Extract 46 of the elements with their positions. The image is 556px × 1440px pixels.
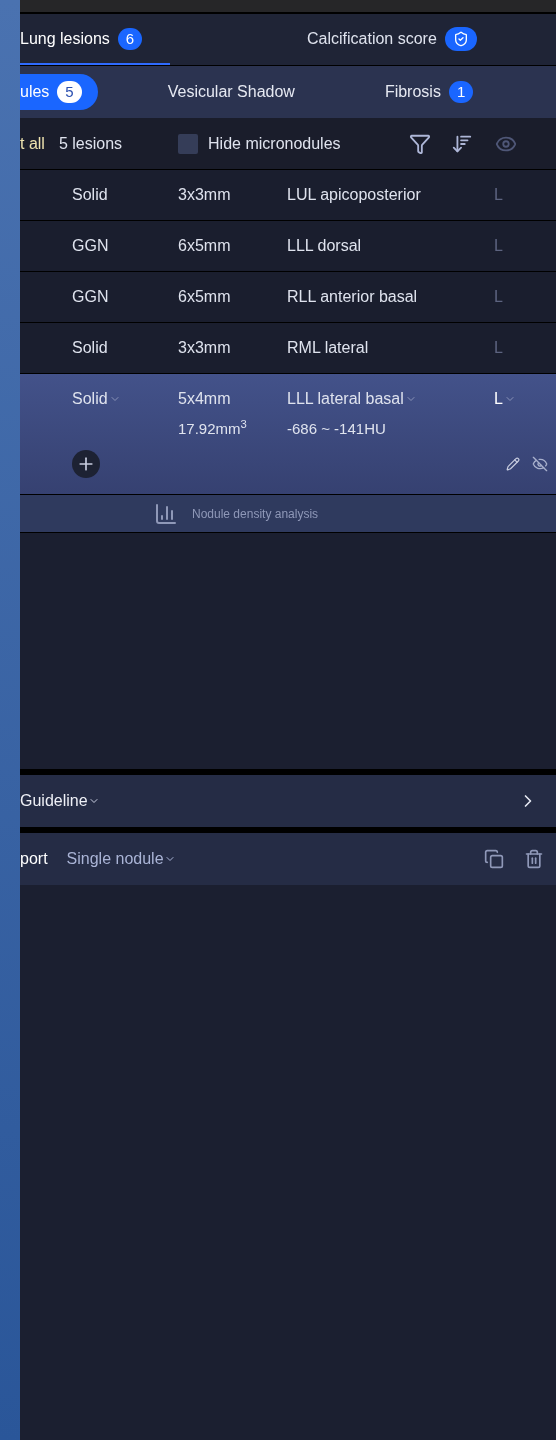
- type-cell-text: GGN: [72, 287, 109, 307]
- checkbox-label: Hide micronodules: [208, 133, 341, 154]
- add-button[interactable]: [72, 450, 100, 478]
- location-cell-text: LLL dorsal: [287, 236, 362, 256]
- report-label: port: [20, 849, 48, 869]
- side-cell-text: L: [494, 338, 503, 358]
- bar-chart-icon: [154, 501, 178, 526]
- subtab[interactable]: Vesicular Shadow: [167, 74, 295, 110]
- tab[interactable]: Calcification score: [307, 14, 477, 65]
- type-cell-text: GGN: [72, 236, 109, 256]
- type-cell-text: Solid: [72, 185, 108, 205]
- size-cell-text: 6x5mm: [178, 287, 232, 307]
- volume-text: 17.92mm$^{3}$: [178, 417, 248, 439]
- density-range: -686 ~ -141HU: [287, 418, 386, 439]
- edit-icon[interactable]: [506, 457, 520, 471]
- location-cell-text: RLL anterior basal: [287, 287, 418, 307]
- side-cell-text: L: [494, 185, 503, 205]
- side-cell-text: L: [494, 287, 503, 307]
- size-cell-text: 3x3mm: [178, 185, 232, 205]
- select-all-button[interactable]: t all: [20, 131, 45, 156]
- guideline-label: Guideline: [20, 791, 88, 811]
- count-badge: 5: [57, 81, 82, 103]
- count-badge: 6: [117, 27, 143, 50]
- guideline-bar[interactable]: Guideline: [20, 775, 556, 827]
- type-cell-text: Solid: [72, 338, 108, 358]
- lesion-row[interactable]: Solid 5x4mm LLL lateral basal L 17.92mm$^{3}$ -686 ~ -141HU: [20, 374, 556, 495]
- size-cell-text: 3x3mm: [178, 338, 232, 358]
- size-cell-text: 6x5mm: [178, 236, 232, 256]
- copy-icon[interactable]: [484, 849, 504, 869]
- count-badge: 1: [448, 81, 474, 103]
- hide-icon[interactable]: [532, 456, 548, 472]
- location-cell-text: RML lateral: [287, 338, 369, 358]
- location-cell-text: LLL lateral basal: [287, 389, 404, 409]
- shield-icon: [444, 26, 477, 51]
- subtab[interactable]: Fibrosis 1: [384, 74, 474, 110]
- checkbox[interactable]: [178, 133, 199, 154]
- delete-icon[interactable]: [524, 849, 544, 869]
- sort-filter-icon[interactable]: [408, 132, 431, 155]
- size-cell-text: 5x4mm: [178, 389, 232, 409]
- side-cell-text: L: [494, 236, 503, 256]
- lesion-count: 5 lesions: [58, 133, 123, 154]
- report-mode-dropdown[interactable]: Single nodule: [66, 847, 176, 871]
- side-cell-text: L: [494, 389, 503, 409]
- subtab[interactable]: ules 5: [20, 74, 98, 110]
- type-cell-text: Solid: [72, 389, 108, 409]
- location-cell-text: LUL apicoposterior: [287, 185, 421, 205]
